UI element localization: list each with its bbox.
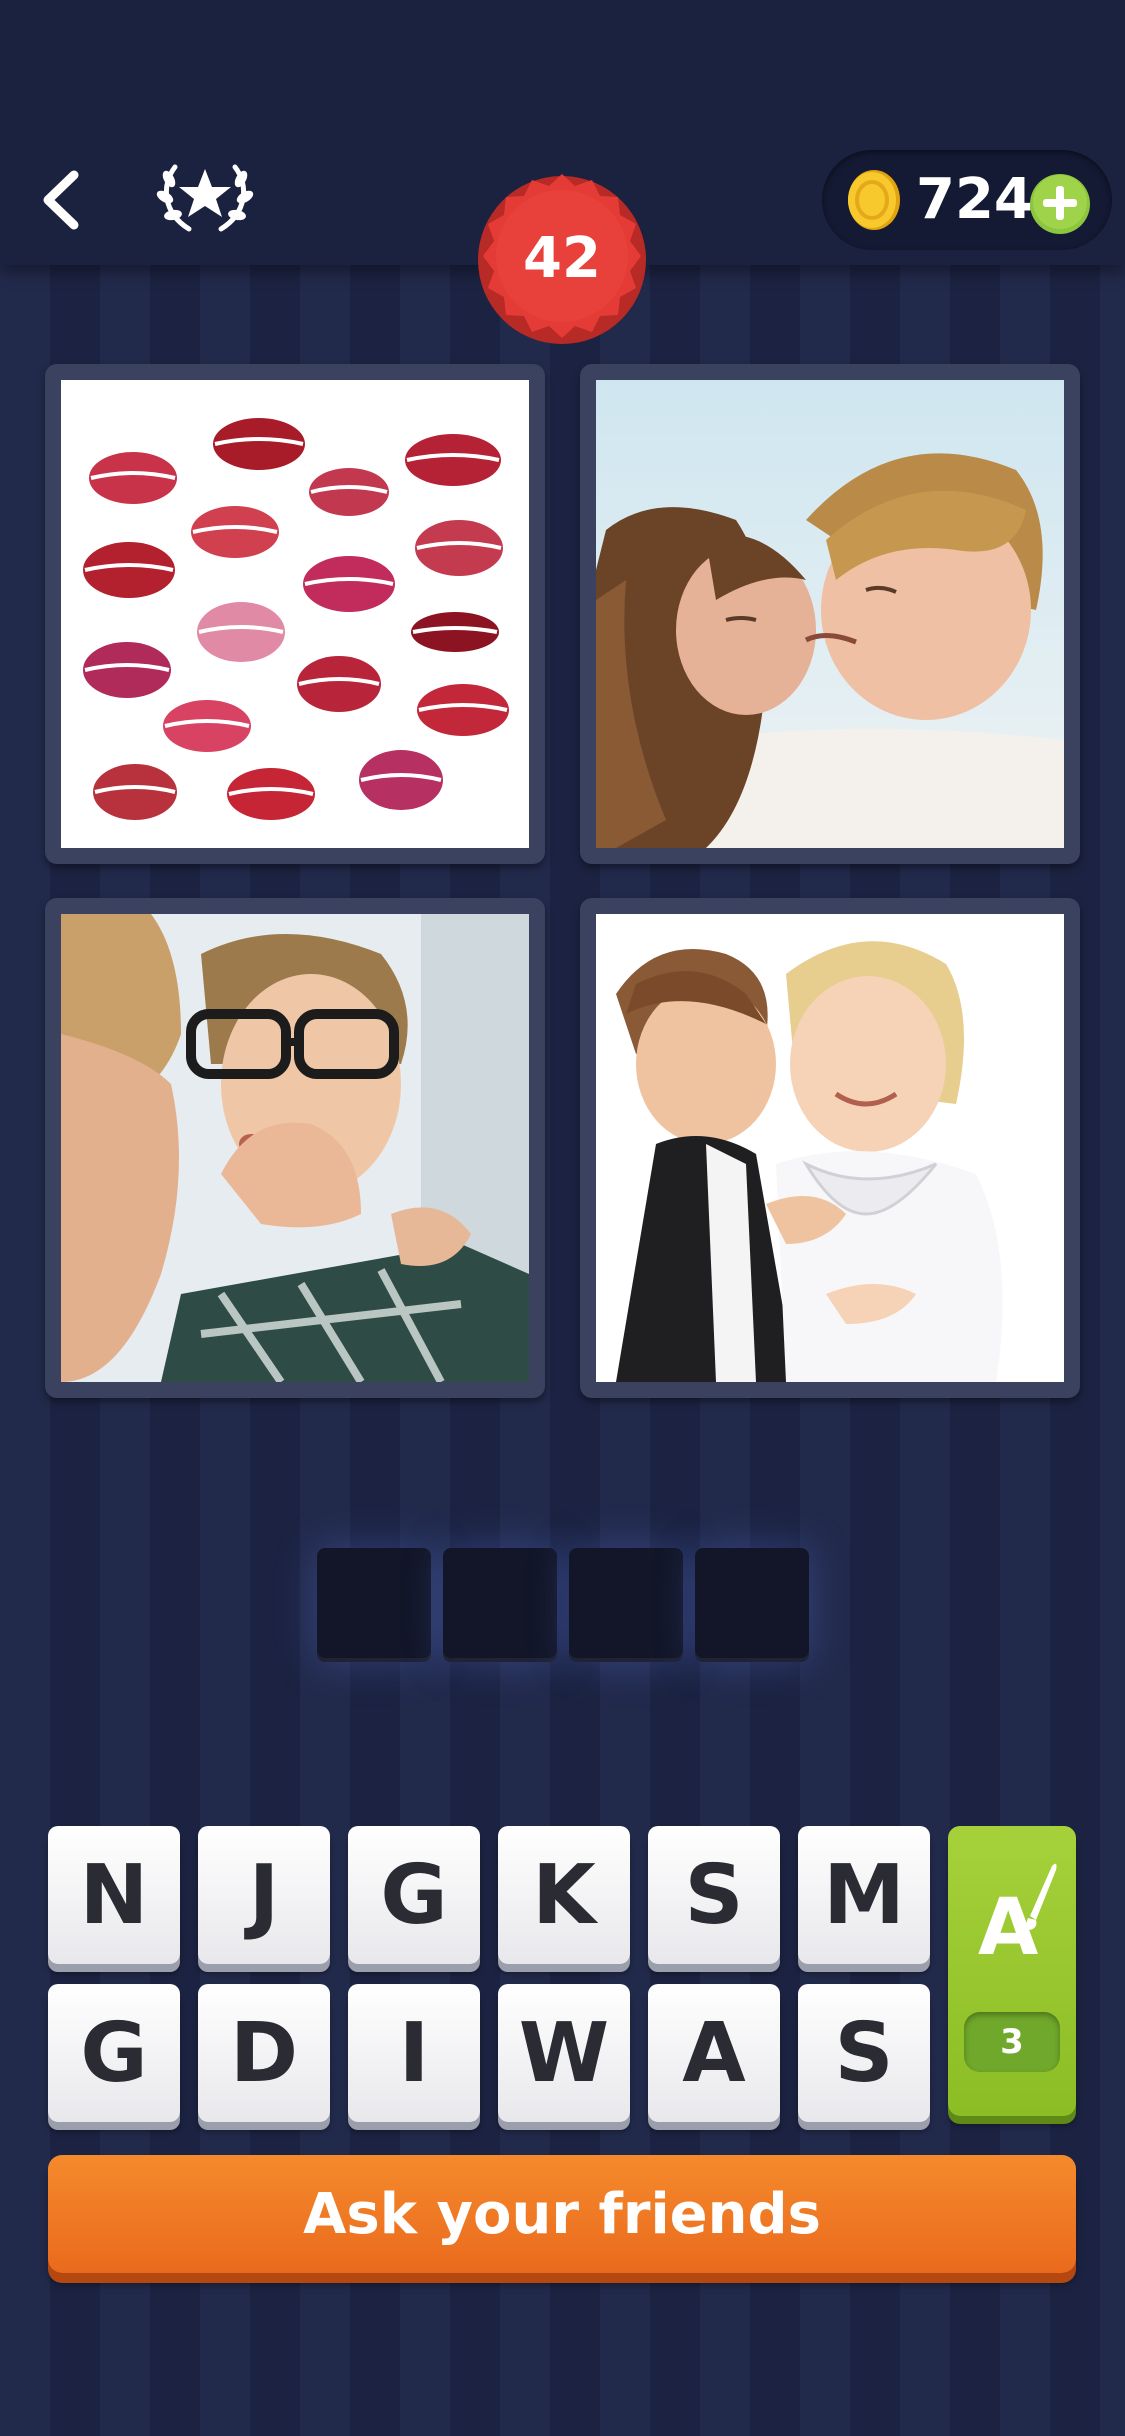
- letter-key[interactable]: K: [498, 1826, 630, 1964]
- answer-slot[interactable]: [443, 1548, 557, 1662]
- add-coins-icon[interactable]: [1028, 172, 1092, 236]
- laurel-star-icon: [156, 164, 254, 232]
- lipstick-marks-image: [61, 380, 529, 848]
- answer-slot[interactable]: [695, 1548, 809, 1662]
- coin-icon: [848, 170, 900, 230]
- level-number: 42: [523, 225, 601, 291]
- coin-count: 724: [916, 167, 1033, 232]
- back-button[interactable]: [30, 165, 100, 235]
- letter-key[interactable]: A: [648, 1984, 780, 2122]
- ask-friends-button[interactable]: Ask your friends: [48, 2155, 1076, 2273]
- letter-key[interactable]: J: [198, 1826, 330, 1964]
- achievements-button[interactable]: [155, 155, 255, 240]
- answer-slot[interactable]: [317, 1548, 431, 1662]
- couple-kissing-image: [596, 380, 1064, 848]
- letter-key[interactable]: G: [348, 1826, 480, 1964]
- coin-balance[interactable]: 724: [822, 150, 1112, 250]
- letter-key[interactable]: D: [198, 1984, 330, 2122]
- cheek-kiss-image: [61, 914, 529, 1382]
- letter-key[interactable]: N: [48, 1826, 180, 1964]
- hint-count: 3: [964, 2012, 1060, 2072]
- chevron-left-icon: [43, 170, 79, 230]
- clue-image-4[interactable]: [580, 898, 1080, 1398]
- magic-brush-letter-icon: A: [978, 1863, 1057, 1966]
- letter-key[interactable]: S: [798, 1984, 930, 2122]
- children-kiss-image: [596, 914, 1064, 1382]
- clue-image-3[interactable]: [45, 898, 545, 1398]
- clue-image-2[interactable]: [580, 364, 1080, 864]
- letter-key[interactable]: S: [648, 1826, 780, 1964]
- letter-key[interactable]: G: [48, 1984, 180, 2122]
- letter-key[interactable]: W: [498, 1984, 630, 2122]
- letter-key[interactable]: M: [798, 1826, 930, 1964]
- level-badge: 42: [472, 168, 652, 348]
- hint-button[interactable]: A 3: [948, 1826, 1076, 2116]
- letter-key[interactable]: I: [348, 1984, 480, 2122]
- clue-image-1[interactable]: [45, 364, 545, 864]
- answer-slot[interactable]: [569, 1548, 683, 1662]
